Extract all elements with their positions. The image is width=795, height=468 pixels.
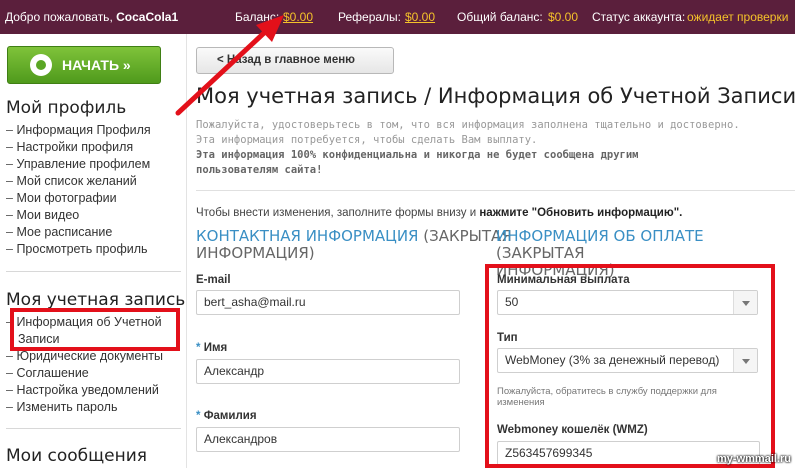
annotation-arrow-icon — [175, 15, 284, 116]
watermark: my-wmmail.ru — [717, 453, 791, 465]
